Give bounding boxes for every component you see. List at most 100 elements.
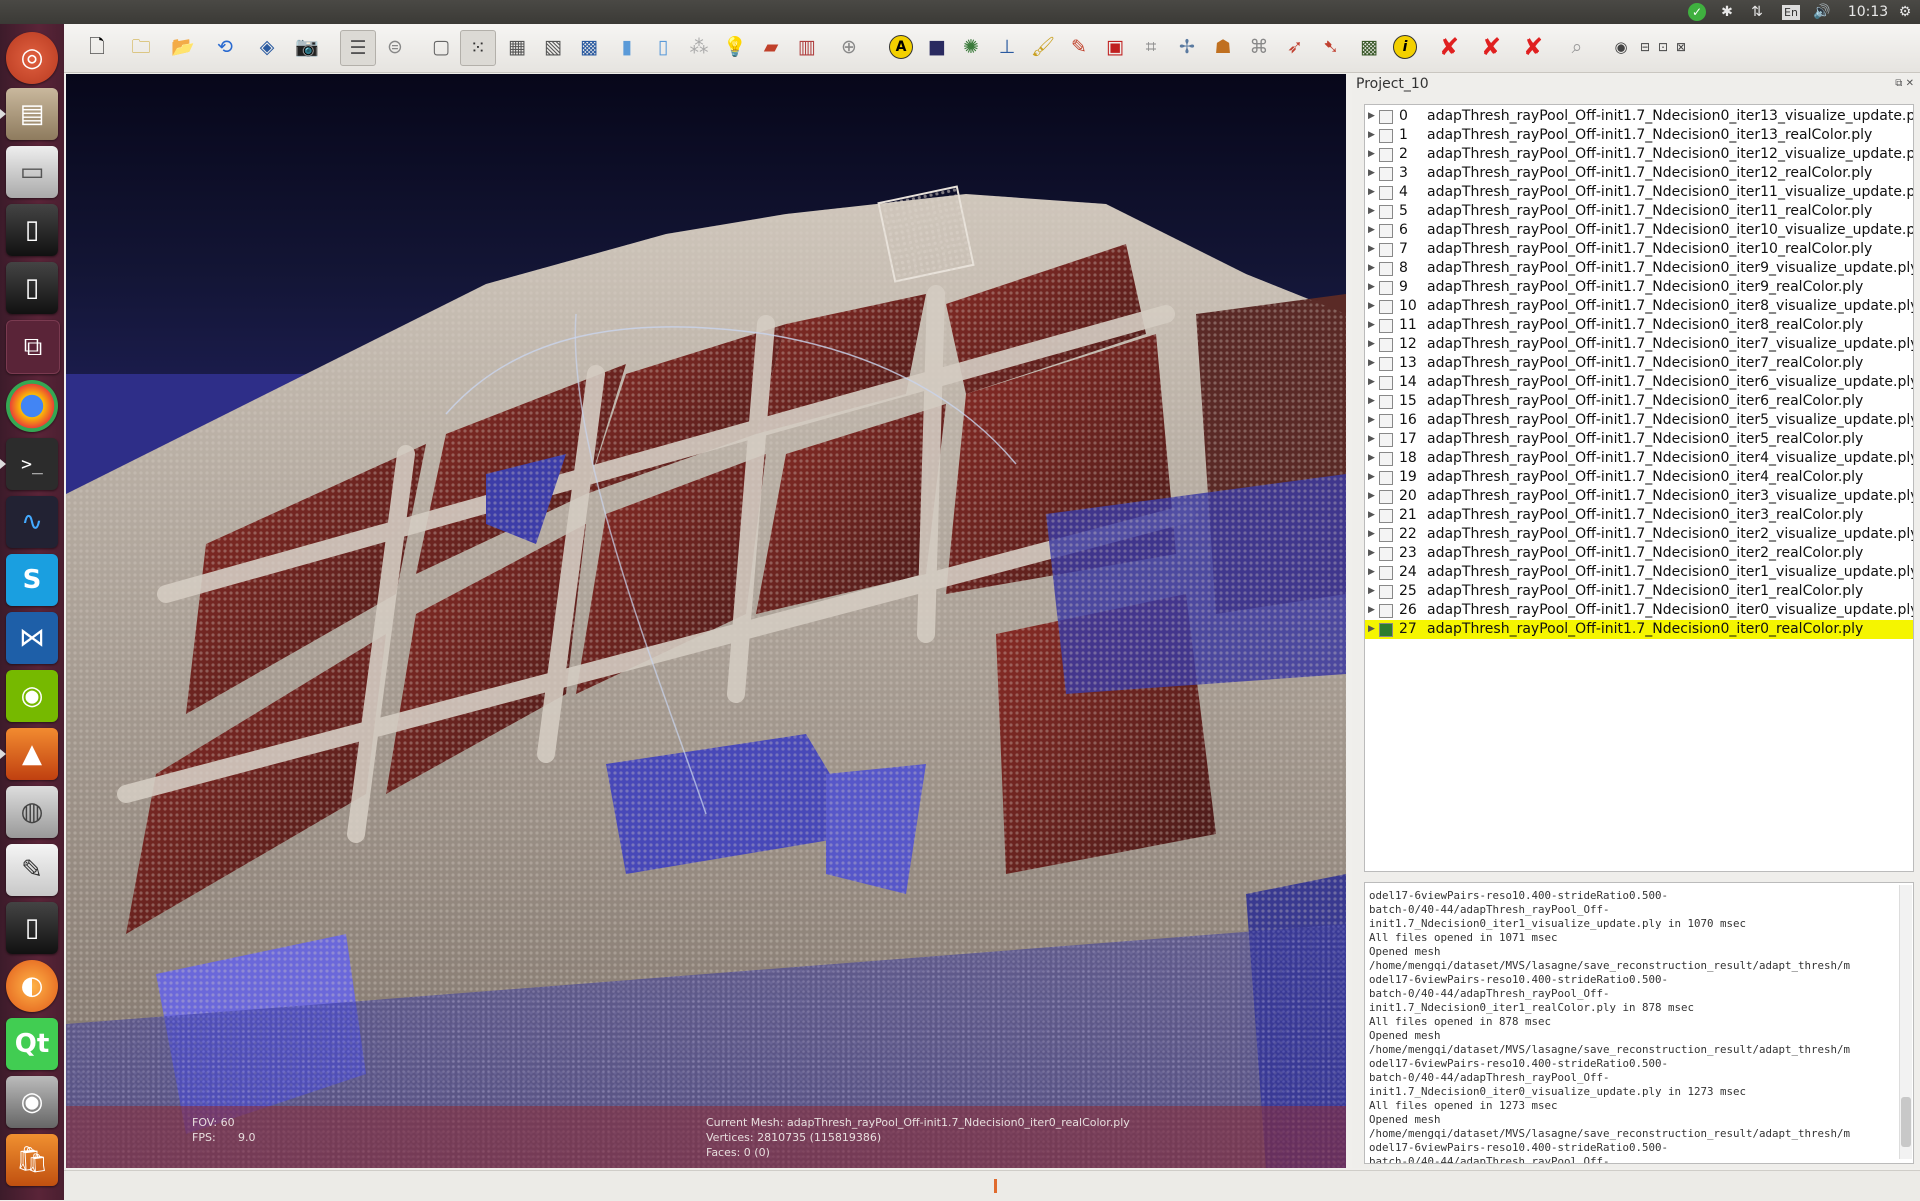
reload-icon[interactable]: ⟲ <box>210 32 240 62</box>
expand-arrow-icon[interactable]: ▶ <box>1368 449 1375 468</box>
volume-icon[interactable]: 🔊 <box>1810 0 1834 24</box>
layer-row[interactable]: ▶ 12 adapThresh_rayPool_Off-init1.7_Ndecis… <box>1365 335 1913 354</box>
align-icon[interactable]: ➷ <box>1316 32 1346 62</box>
layer-row[interactable]: ▶ 0 adapThresh_rayPool_Off-init1.7_Ndecisi… <box>1365 107 1913 126</box>
system-monitor-icon[interactable]: ∿ <box>6 496 58 548</box>
layer-row[interactable]: ▶ 2 adapThresh_rayPool_Off-init1.7_Ndecisi… <box>1365 145 1913 164</box>
expand-arrow-icon[interactable]: ▶ <box>1368 221 1375 240</box>
flat-shading-icon[interactable]: ▩ <box>574 32 604 62</box>
visibility-checkbox[interactable] <box>1379 224 1393 238</box>
layer-row[interactable]: ▶ 10 adapThresh_rayPool_Off-init1.7_Ndecis… <box>1365 297 1913 316</box>
expand-arrow-icon[interactable]: ▶ <box>1368 487 1375 506</box>
bluetooth-icon[interactable]: ✱ <box>1716 0 1738 24</box>
visibility-checkbox[interactable] <box>1379 129 1393 143</box>
manipulate-icon[interactable]: ➶ <box>1280 32 1310 62</box>
layer-row[interactable]: ▶ 3 adapThresh_rayPool_Off-init1.7_Ndecisi… <box>1365 164 1913 183</box>
expand-arrow-icon[interactable]: ▶ <box>1368 506 1375 525</box>
expand-arrow-icon[interactable]: ▶ <box>1368 430 1375 449</box>
save-icon[interactable]: ◈ <box>252 32 282 62</box>
smooth-icon[interactable]: ▮ <box>612 32 642 62</box>
layer-row[interactable]: ▶ 1 adapThresh_rayPool_Off-init1.7_Ndecisi… <box>1365 126 1913 145</box>
expand-arrow-icon[interactable]: ▶ <box>1368 392 1375 411</box>
open-project-icon[interactable]: 🗀 <box>126 32 156 62</box>
expand-arrow-icon[interactable]: ▶ <box>1368 164 1375 183</box>
layer-row[interactable]: ▶ 27 adapThresh_rayPool_Off-init1.7_Ndecis… <box>1365 620 1913 639</box>
select-region-icon[interactable]: ⌘ <box>1244 32 1274 62</box>
raster-icon[interactable]: ▩ <box>1354 32 1384 62</box>
select-faces-icon[interactable]: ⌗ <box>1136 32 1166 62</box>
layer-row[interactable]: ▶ 8 adapThresh_rayPool_Off-init1.7_Ndecisi… <box>1365 259 1913 278</box>
3d-viewport[interactable]: FOV: 60 FPS: 9.0 Current Mesh: adapThres… <box>66 74 1346 1168</box>
phone-device-icon[interactable]: ▯ <box>6 204 58 256</box>
layer-row[interactable]: ▶ 16 adapThresh_rayPool_Off-init1.7_Ndecis… <box>1365 411 1913 430</box>
visibility-checkbox[interactable] <box>1379 357 1393 371</box>
visibility-checkbox[interactable] <box>1379 319 1393 333</box>
visibility-checkbox[interactable] <box>1379 604 1393 618</box>
expand-arrow-icon[interactable]: ▶ <box>1368 335 1375 354</box>
visibility-checkbox[interactable] <box>1379 148 1393 162</box>
color-icon[interactable]: ⁂ <box>684 32 714 62</box>
layer-row[interactable]: ▶ 5 adapThresh_rayPool_Off-init1.7_Ndecisi… <box>1365 202 1913 221</box>
layer-row[interactable]: ▶ 19 adapThresh_rayPool_Off-init1.7_Ndecis… <box>1365 468 1913 487</box>
layer-row[interactable]: ▶ 23 adapThresh_rayPool_Off-init1.7_Ndecis… <box>1365 544 1913 563</box>
visibility-checkbox[interactable] <box>1379 338 1393 352</box>
visibility-checkbox[interactable] <box>1379 376 1393 390</box>
visibility-checkbox[interactable] <box>1379 623 1393 637</box>
skype-icon[interactable]: S <box>6 554 58 606</box>
expand-arrow-icon[interactable]: ▶ <box>1368 563 1375 582</box>
visibility-checkbox[interactable] <box>1379 110 1393 124</box>
visibility-checkbox[interactable] <box>1379 547 1393 561</box>
open-file-icon[interactable]: 📂 <box>168 32 198 62</box>
nvidia-icon[interactable]: ◉ <box>6 670 58 722</box>
expand-arrow-icon[interactable]: ▶ <box>1368 468 1375 487</box>
visibility-checkbox[interactable] <box>1379 186 1393 200</box>
log-scrollbar-thumb[interactable] <box>1901 1097 1911 1147</box>
layer-row[interactable]: ▶ 15 adapThresh_rayPool_Off-init1.7_Ndecis… <box>1365 392 1913 411</box>
texture-icon[interactable]: ▯ <box>648 32 678 62</box>
expand-arrow-icon[interactable]: ▶ <box>1368 601 1375 620</box>
layer-row[interactable]: ▶ 11 adapThresh_rayPool_Off-init1.7_Ndecis… <box>1365 316 1913 335</box>
layer-list[interactable]: ▶ 0 adapThresh_rayPool_Off-init1.7_Ndecisi… <box>1364 104 1914 872</box>
panel-controls[interactable]: ⧉ ✕ <box>1895 78 1914 89</box>
render-icon[interactable]: ☗ <box>1208 32 1238 62</box>
edit-mesh-icon[interactable]: ▰ <box>756 32 786 62</box>
expand-arrow-icon[interactable]: ▶ <box>1368 278 1375 297</box>
phone-device-icon[interactable]: ▯ <box>6 902 58 954</box>
text-editor-icon[interactable]: ✎ <box>6 844 58 896</box>
filter-icon[interactable]: ■ <box>922 32 952 62</box>
visibility-checkbox[interactable] <box>1379 167 1393 181</box>
eye-of-gnome-icon[interactable]: ◉ <box>6 1076 58 1128</box>
software-center-icon[interactable]: 🛍 <box>6 1134 58 1186</box>
visibility-checkbox[interactable] <box>1379 471 1393 485</box>
layer-row[interactable]: ▶ 21 adapThresh_rayPool_Off-init1.7_Ndecis… <box>1365 506 1913 525</box>
annotation-A-icon[interactable]: A <box>886 32 916 62</box>
expand-arrow-icon[interactable]: ▶ <box>1368 107 1375 126</box>
expand-arrow-icon[interactable]: ▶ <box>1368 145 1375 164</box>
pick-icon[interactable]: ▣ <box>1100 32 1130 62</box>
paint-icon[interactable]: 🖌 <box>1028 32 1058 62</box>
expand-arrow-icon[interactable]: ▶ <box>1368 544 1375 563</box>
expand-arrow-icon[interactable]: ▶ <box>1368 411 1375 430</box>
phone-device-icon[interactable]: ▯ <box>6 262 58 314</box>
visibility-checkbox[interactable] <box>1379 262 1393 276</box>
light-bulb-icon[interactable]: 💡 <box>720 32 750 62</box>
network-icon[interactable]: ⇅ <box>1746 0 1768 24</box>
log-window[interactable]: odel17-6viewPairs-reso10.400-strideRatio… <box>1364 882 1914 1164</box>
layer-row[interactable]: ▶ 24 adapThresh_rayPool_Off-init1.7_Ndecis… <box>1365 563 1913 582</box>
visibility-checkbox[interactable] <box>1379 205 1393 219</box>
firefox-icon[interactable]: ◐ <box>6 960 58 1012</box>
expand-arrow-icon[interactable]: ▶ <box>1368 297 1375 316</box>
clock[interactable]: 10:13 <box>1846 0 1890 24</box>
disk-utility-icon[interactable]: ◍ <box>6 786 58 838</box>
visibility-checkbox[interactable] <box>1379 566 1393 580</box>
keyboard-icon[interactable]: En <box>1780 0 1802 24</box>
expand-arrow-icon[interactable]: ▶ <box>1368 240 1375 259</box>
layer-row[interactable]: ▶ 7 adapThresh_rayPool_Off-init1.7_Ndecisi… <box>1365 240 1913 259</box>
hidden-lines-icon[interactable]: ▧ <box>538 32 568 62</box>
axis-icon[interactable]: ⊥ <box>992 32 1022 62</box>
matlab-icon[interactable]: ▲ <box>6 728 58 780</box>
layer-row[interactable]: ▶ 14 adapThresh_rayPool_Off-init1.7_Ndecis… <box>1365 373 1913 392</box>
expand-arrow-icon[interactable]: ▶ <box>1368 316 1375 335</box>
visibility-checkbox[interactable] <box>1379 585 1393 599</box>
expand-arrow-icon[interactable]: ▶ <box>1368 183 1375 202</box>
